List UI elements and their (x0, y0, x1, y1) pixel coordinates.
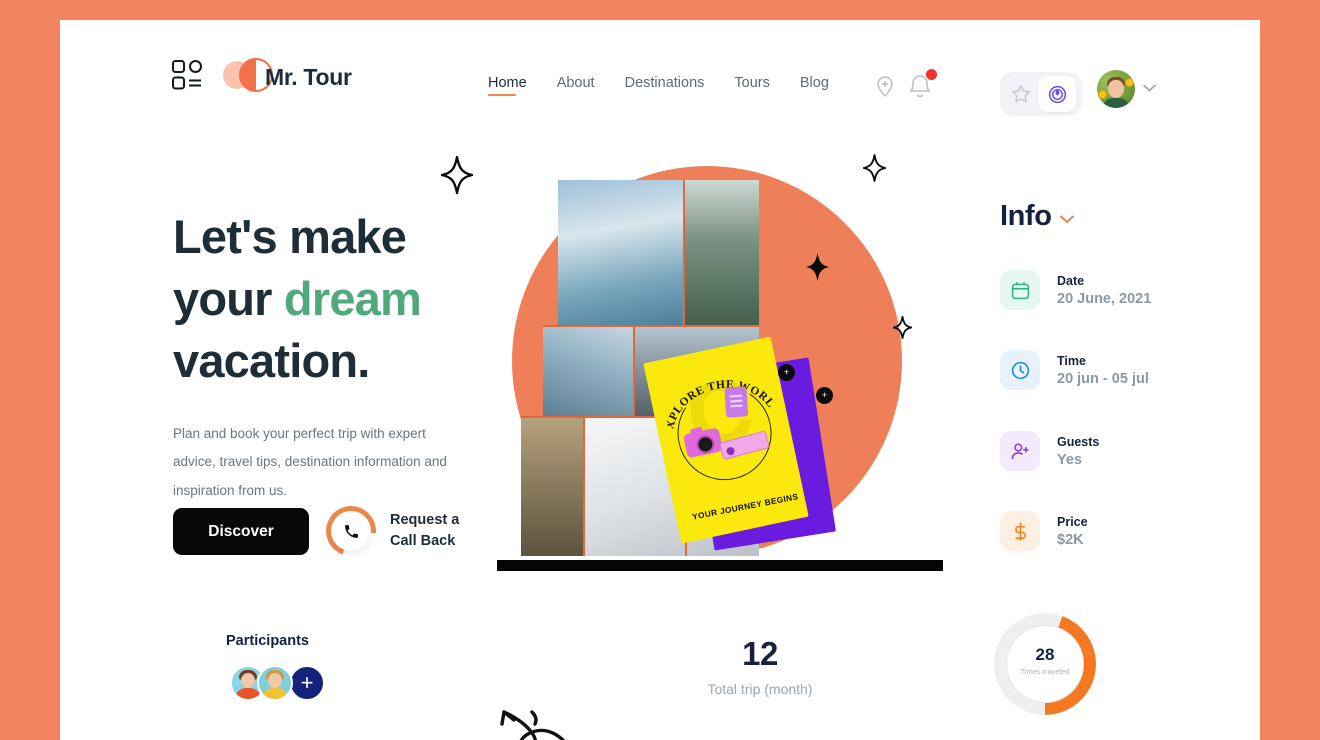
info-row-price[interactable]: Price $2K (1000, 503, 1230, 559)
nav-item-home[interactable]: Home (488, 75, 527, 96)
location-pin-icon[interactable] (873, 74, 897, 98)
headline-highlight: dream (283, 272, 422, 326)
info-row-date[interactable]: Date 20 June, 2021 (1000, 262, 1230, 318)
phone-icon (344, 524, 358, 538)
donut-value: 28 (1035, 645, 1055, 664)
camera-icon (682, 427, 724, 459)
info-row-time[interactable]: Time 20 jun - 05 jul (1000, 342, 1230, 398)
info-label-date: Date (1057, 273, 1085, 288)
info-panel-title: Info (1000, 200, 1052, 232)
info-value-date: 20 June, 2021 (1057, 290, 1152, 307)
info-value-price: $2K (1057, 531, 1084, 548)
arrow-doodle-icon (500, 710, 565, 740)
coral-circle-backdrop (512, 166, 902, 556)
notification-badge-dot (926, 69, 937, 80)
brand-name: Mr. Tour (265, 64, 352, 90)
headline-line-1: Let's make (173, 210, 407, 263)
dollar-icon-wrap (1000, 511, 1040, 551)
info-label-guests: Guests (1057, 434, 1100, 449)
participant-avatar[interactable] (257, 665, 293, 701)
info-value-guests: Yes (1057, 451, 1082, 468)
user-plus-icon-wrap (1000, 431, 1040, 471)
ticket-icon (718, 430, 771, 461)
hero-paragraph: Plan and book your perfect trip with exp… (173, 426, 447, 498)
purple-poster-card (686, 357, 837, 551)
headline-line-2a: your (173, 272, 284, 326)
info-value-time: 20 jun - 05 jul (1057, 370, 1149, 387)
sparkle-icon (441, 156, 473, 194)
page-canvas: Mr. Tour Home About Destinations Tours B… (60, 20, 1260, 740)
main-nav: Home About Destinations Tours Blog (488, 75, 829, 96)
nav-item-blog[interactable]: Blog (800, 75, 829, 96)
sparkle-icon (805, 252, 830, 282)
nav-item-destinations[interactable]: Destinations (625, 75, 705, 96)
calendar-icon-wrap (1000, 270, 1040, 310)
clock-icon (1011, 361, 1029, 379)
dollar-icon (1014, 521, 1026, 541)
info-label-price: Price (1057, 514, 1088, 529)
callback-label-line1: Request a (390, 511, 460, 528)
add-participant-button[interactable]: + (289, 665, 325, 701)
callback-progress-ring (326, 506, 376, 556)
nav-item-tours[interactable]: Tours (734, 75, 769, 96)
purple-coin-button[interactable] (1038, 76, 1076, 112)
chevron-down-icon[interactable] (1143, 84, 1156, 92)
total-trip-label: Total trip (month) (707, 681, 813, 697)
total-trip-value: 12 (742, 635, 778, 672)
hero-base-bar (497, 560, 943, 571)
callback-label-line2: Call Back (390, 533, 456, 549)
poster-ghost-letter: C (677, 358, 763, 470)
poster-journey-text: YOUR JOURNEY BEGINS (691, 491, 800, 522)
participants-avatars: + (230, 665, 325, 701)
avatar[interactable] (1097, 70, 1135, 108)
user-plus-icon (1011, 442, 1028, 459)
poster-badge-side: + (816, 387, 833, 404)
total-trip-stat: 12 Total trip (month) (660, 635, 860, 697)
info-label-time: Time (1057, 353, 1086, 368)
passport-icon (724, 386, 749, 418)
purple-coin-icon (1048, 85, 1066, 103)
donut-label: Times traveled (1020, 667, 1070, 676)
grid-logo-icon[interactable] (172, 60, 202, 90)
request-callback-button[interactable]: Request a Call Back (326, 506, 459, 556)
chevron-down-icon[interactable] (1060, 215, 1074, 224)
sparkle-icon (893, 316, 912, 339)
participants-title: Participants (226, 633, 309, 649)
page-title: Let's make your dream vacation. (173, 206, 533, 392)
sparkle-icon (863, 154, 886, 182)
headline-line-3: vacation. (173, 334, 370, 388)
double-exposure-portrait (503, 180, 778, 556)
poster-badge-top: + (778, 364, 795, 381)
calendar-icon (1011, 281, 1029, 299)
yellow-poster-card: C EXPLORE THE WORLD YOUR JOURNEY BEGINS (643, 336, 809, 544)
poster-badge-top-label: + (783, 367, 790, 377)
poster-curved-title: EXPLORE THE WORLD (659, 360, 776, 432)
discover-button[interactable]: Discover (173, 508, 309, 555)
svg-text:EXPLORE THE WORLD: EXPLORE THE WORLD (659, 360, 776, 432)
poster-badge-side-label: + (821, 390, 828, 400)
header-toggle-pill (1000, 72, 1082, 116)
times-traveled-donut-chart: 28 Times traveled (994, 613, 1096, 715)
clock-icon-wrap (1000, 350, 1040, 390)
site-header: Mr. Tour Home About Destinations Tours B… (60, 20, 1260, 130)
info-row-guests[interactable]: Guests Yes (1000, 423, 1230, 479)
nav-item-about[interactable]: About (557, 75, 595, 96)
star-icon[interactable] (1010, 83, 1032, 105)
